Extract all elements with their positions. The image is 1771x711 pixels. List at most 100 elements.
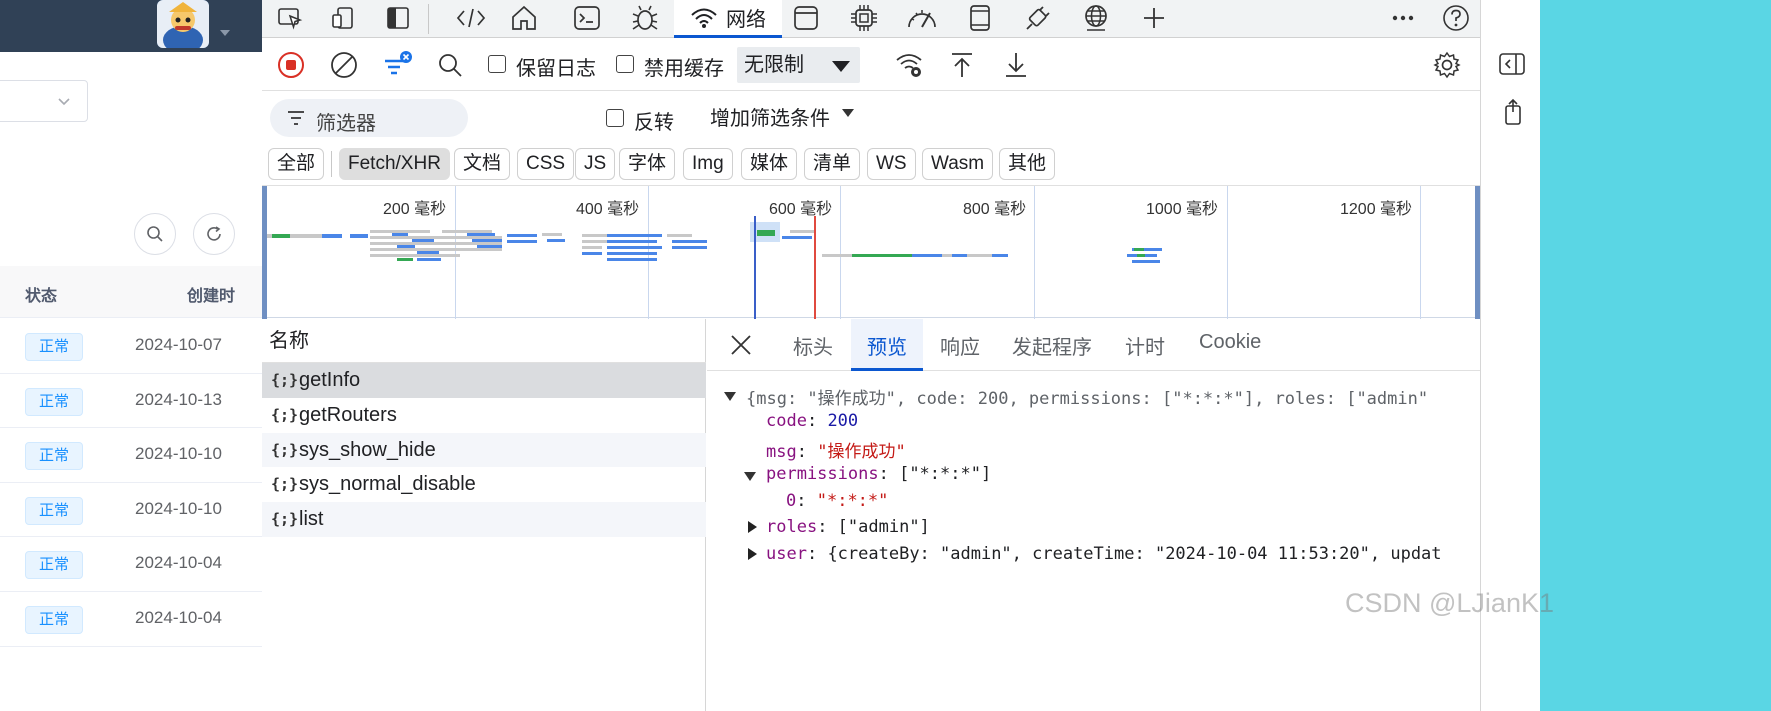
page-navbar <box>0 0 262 52</box>
inspect-icon[interactable] <box>270 0 310 36</box>
device-icon[interactable] <box>324 0 364 36</box>
upload-icon <box>952 53 972 77</box>
memory-icon[interactable] <box>902 0 942 36</box>
table-row[interactable]: 正常 2024-10-13 <box>0 374 262 429</box>
dock-side-icon[interactable] <box>1498 52 1526 76</box>
search-icon <box>439 54 462 77</box>
security-icon[interactable] <box>1018 0 1058 36</box>
tab-timing[interactable]: 计时 <box>1125 331 1165 360</box>
type-chip-media[interactable]: 媒体 <box>741 148 798 180</box>
created-date: 2024-10-10 <box>135 444 222 464</box>
request-row[interactable]: {;} sys_show_hide <box>262 432 706 468</box>
table-row[interactable]: 正常 2024-10-04 <box>0 537 262 592</box>
disable-cache-checkbox[interactable] <box>616 55 634 73</box>
performance-icon[interactable] <box>844 0 884 36</box>
wifi-settings-icon <box>896 54 922 77</box>
search-select[interactable] <box>0 80 88 122</box>
expand-triangle-icon[interactable] <box>744 472 756 481</box>
user-dropdown-caret-icon[interactable] <box>220 30 230 36</box>
filter-lines-icon <box>288 111 304 125</box>
network-settings-button[interactable] <box>1431 49 1463 81</box>
type-chip-all[interactable]: 全部 <box>268 148 325 180</box>
table-row[interactable]: 正常 2024-10-07 <box>0 319 262 374</box>
tab-headers[interactable]: 标头 <box>793 331 833 360</box>
tab-cookies[interactable]: Cookie <box>1199 331 1261 354</box>
request-detail: 标头 预览 响应 发起程序 计时 Cookie {msg: "操作成功", co… <box>707 319 1480 711</box>
close-detail-icon[interactable] <box>729 333 753 357</box>
request-row[interactable]: {;} getInfo <box>262 363 706 398</box>
refresh-button[interactable] <box>193 213 235 255</box>
json-prop-roles: roles: ["admin"] <box>766 517 930 537</box>
type-chip-js[interactable]: JS <box>575 148 616 180</box>
web-page: 状态 创建时 正常 2024-10-07 正常 2024-10-13 正常 20… <box>0 0 262 711</box>
request-row[interactable]: {;} list <box>262 502 706 537</box>
type-chip-doc[interactable]: 文档 <box>454 148 511 180</box>
json-value: "*:*:*" <box>816 491 889 511</box>
collapse-triangle-icon[interactable] <box>748 521 757 533</box>
search-button[interactable] <box>434 49 466 81</box>
import-har-button[interactable] <box>946 49 978 81</box>
welcome-icon[interactable] <box>504 0 544 36</box>
table-row[interactable]: 正常 2024-10-04 <box>0 592 262 647</box>
avatar[interactable] <box>157 0 209 48</box>
request-row[interactable]: {;} getRouters <box>262 398 706 433</box>
sidebar-icon[interactable] <box>378 0 418 36</box>
type-chip-other[interactable]: 其他 <box>999 148 1056 180</box>
quick-view-icon[interactable] <box>1501 98 1525 126</box>
divider <box>428 4 429 34</box>
table-row[interactable]: 正常 2024-10-10 <box>0 483 262 538</box>
elements-icon[interactable] <box>451 0 491 36</box>
preserve-log-checkbox[interactable] <box>488 55 506 73</box>
json-prop-msg: msg: "操作成功" <box>766 442 906 462</box>
request-row[interactable]: {;} sys_normal_disable <box>262 467 706 502</box>
type-chip-ws[interactable]: WS <box>867 148 916 180</box>
tab-initiator[interactable]: 发起程序 <box>1012 331 1092 360</box>
type-chip-manifest[interactable]: 清单 <box>804 148 861 180</box>
more-icon[interactable] <box>1383 0 1423 36</box>
invert-label: 反转 <box>634 112 674 134</box>
application-icon[interactable] <box>786 0 826 36</box>
filter-input[interactable]: 筛选器 <box>270 99 468 137</box>
search-button[interactable] <box>134 213 176 255</box>
preserve-log-label: 保留日志 <box>516 58 596 80</box>
help-icon[interactable] <box>1436 0 1476 36</box>
type-chip-css[interactable]: CSS <box>517 148 575 180</box>
throttle-select[interactable]: 无限制 <box>737 47 860 83</box>
tab-network[interactable]: 网络 <box>674 0 782 38</box>
search-icon <box>147 226 163 242</box>
collapse-triangle-icon[interactable] <box>748 548 757 560</box>
json-key: user <box>766 544 807 564</box>
devtools-tabbar: 网络 <box>262 0 1542 38</box>
xhr-icon: {;} <box>271 475 299 494</box>
divider <box>331 151 332 177</box>
tab-response[interactable]: 响应 <box>940 331 980 360</box>
clear-button[interactable] <box>328 49 360 81</box>
type-chip-img[interactable]: Img <box>683 148 733 180</box>
console-icon[interactable] <box>567 0 607 36</box>
export-har-button[interactable] <box>1000 49 1032 81</box>
lighthouse-icon[interactable] <box>960 0 1000 36</box>
filter-toggle-button[interactable] <box>382 49 414 81</box>
network-overview[interactable]: 200 毫秒 400 毫秒 600 毫秒 800 毫秒 1000 毫秒 1200… <box>262 185 1480 319</box>
type-chip-fetch-xhr[interactable]: Fetch/XHR <box>339 148 450 180</box>
invert-checkbox[interactable] <box>606 109 624 127</box>
tab-preview[interactable]: 预览 <box>867 331 907 360</box>
column-created: 创建时 <box>187 288 236 305</box>
network-conditions-button[interactable] <box>894 49 926 81</box>
json-prop-permissions: permissions: ["*:*:*"] <box>766 464 992 484</box>
name-column-header[interactable]: 名称 <box>262 319 706 363</box>
type-chip-font[interactable]: 字体 <box>619 148 676 180</box>
tab-network-label: 网络 <box>726 9 766 31</box>
json-value: ["admin"] <box>837 517 930 537</box>
expand-triangle-icon[interactable] <box>724 392 736 401</box>
more-filters-button[interactable]: 增加筛选条件 <box>710 102 830 131</box>
type-chip-wasm[interactable]: Wasm <box>922 148 994 180</box>
download-icon <box>1006 53 1026 77</box>
throttle-value: 无限制 <box>744 54 804 76</box>
globe-icon[interactable] <box>1076 0 1116 36</box>
record-button[interactable] <box>275 49 307 81</box>
add-icon[interactable] <box>1134 0 1174 36</box>
table-row[interactable]: 正常 2024-10-10 <box>0 428 262 483</box>
record-icon <box>278 52 304 78</box>
sources-icon[interactable] <box>625 0 665 36</box>
